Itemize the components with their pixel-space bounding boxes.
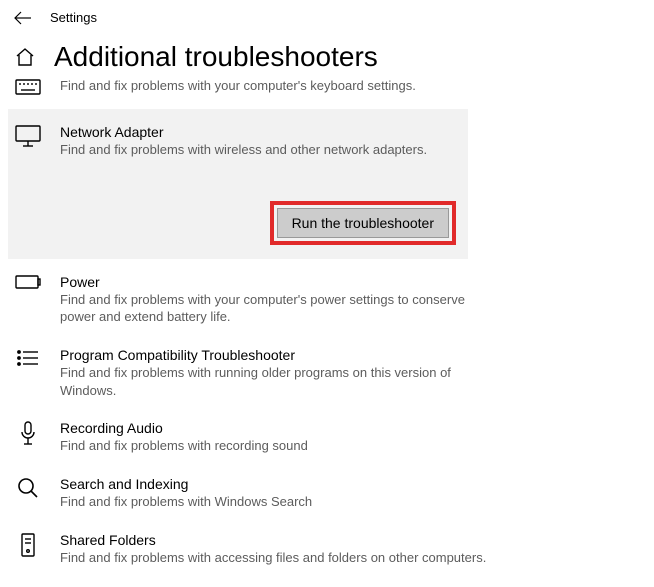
search-icon (14, 475, 42, 499)
item-title: Search and Indexing (60, 475, 640, 493)
troubleshooter-item-keyboard[interactable]: Find and fix problems with your computer… (0, 73, 654, 105)
item-desc: Find and fix problems with running older… (60, 364, 490, 399)
run-troubleshooter-button[interactable]: Run the troubleshooter (277, 208, 449, 238)
window-title: Settings (50, 10, 97, 25)
list-icon (14, 346, 42, 368)
highlight-box: Run the troubleshooter (270, 201, 456, 245)
item-desc: Find and fix problems with recording sou… (60, 437, 490, 455)
item-desc: Find and fix problems with Windows Searc… (60, 493, 490, 511)
troubleshooter-item-compatibility[interactable]: Program Compatibility Troubleshooter Fin… (0, 336, 654, 409)
page-title: Additional troubleshooters (54, 41, 378, 73)
microphone-icon (14, 419, 42, 447)
troubleshooter-item-shared-folders[interactable]: Shared Folders Find and fix problems wit… (0, 521, 654, 577)
item-title: Recording Audio (60, 419, 640, 437)
monitor-icon (14, 123, 42, 147)
item-title: Network Adapter (60, 123, 462, 141)
item-title: Shared Folders (60, 531, 640, 549)
tower-icon (14, 531, 42, 559)
troubleshooter-item-search-indexing[interactable]: Search and Indexing Find and fix problem… (0, 465, 654, 521)
item-title: Power (60, 273, 640, 291)
item-desc: Find and fix problems with your computer… (60, 291, 490, 326)
item-title: Program Compatibility Troubleshooter (60, 346, 640, 364)
item-desc: Find and fix problems with your computer… (60, 77, 490, 95)
item-desc: Find and fix problems with wireless and … (60, 141, 462, 159)
home-icon[interactable] (14, 46, 36, 68)
troubleshooter-item-recording-audio[interactable]: Recording Audio Find and fix problems wi… (0, 409, 654, 465)
keyboard-icon (14, 77, 42, 95)
troubleshooter-item-power[interactable]: Power Find and fix problems with your co… (0, 263, 654, 336)
item-desc: Find and fix problems with accessing fil… (60, 549, 490, 567)
troubleshooter-item-network-adapter[interactable]: Network Adapter Find and fix problems wi… (8, 109, 468, 259)
back-button[interactable] (14, 11, 32, 25)
battery-icon (14, 273, 42, 289)
